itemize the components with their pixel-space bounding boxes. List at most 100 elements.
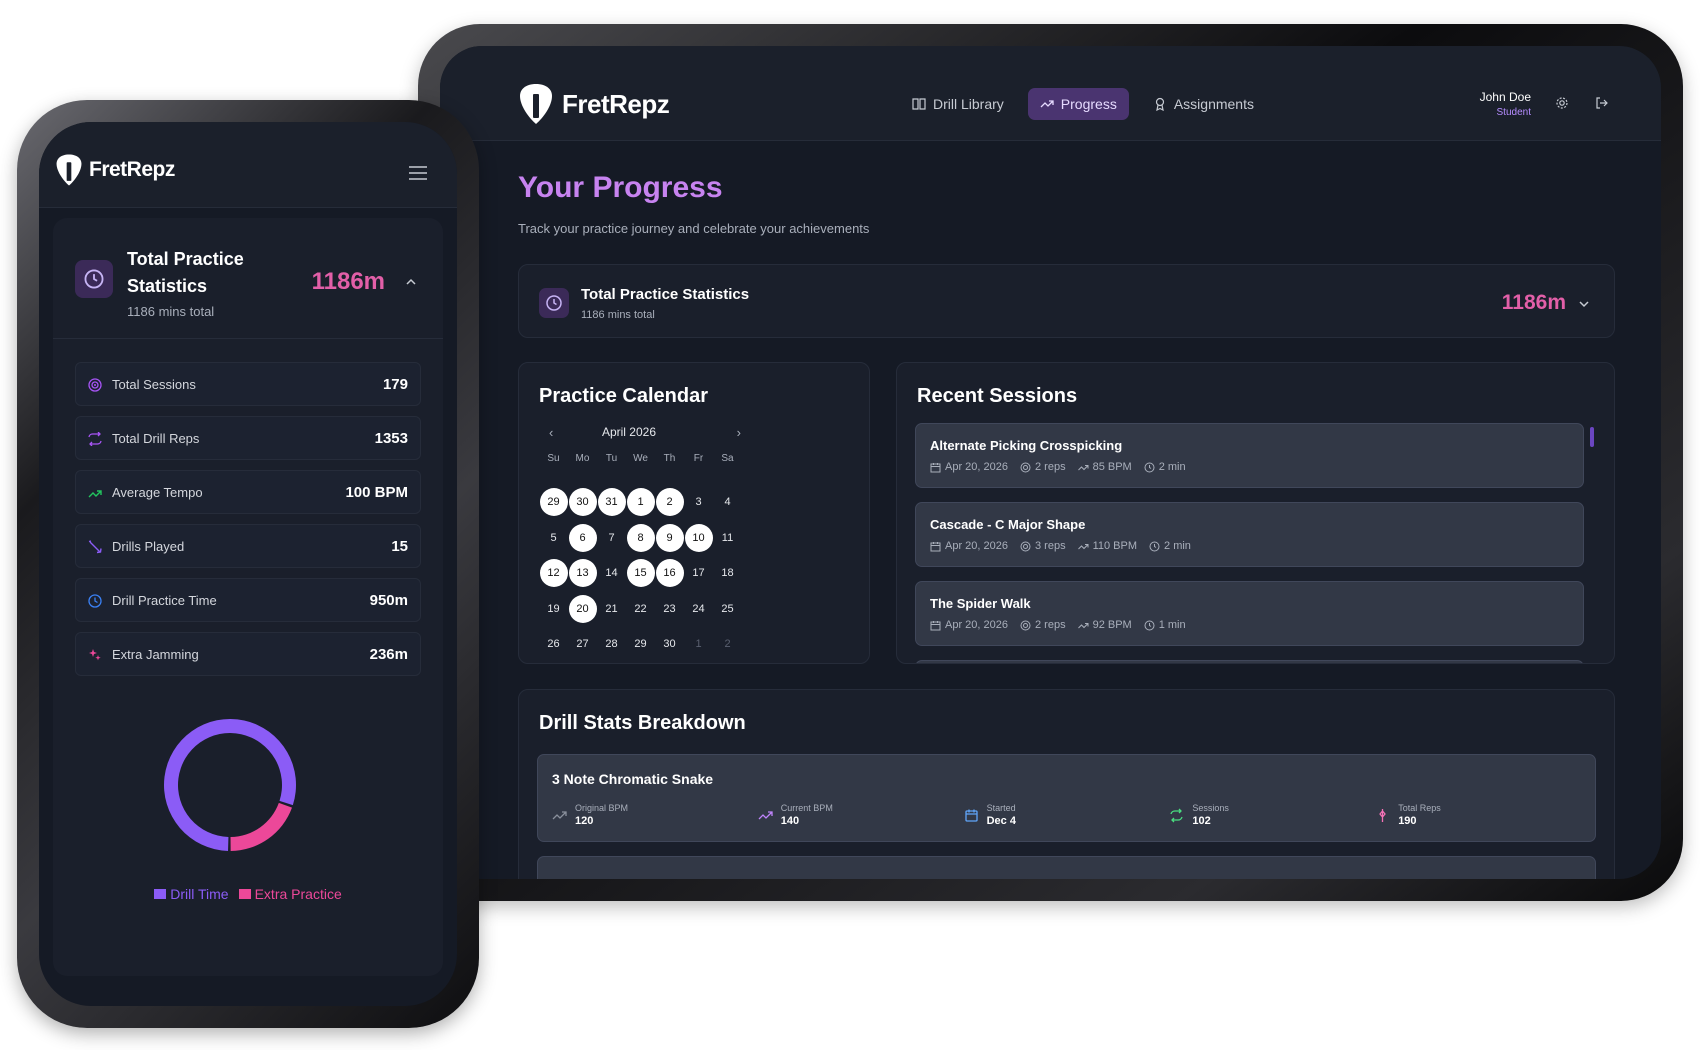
calendar-day[interactable]: 19 (539, 591, 568, 627)
chevron-up-icon[interactable] (405, 276, 417, 288)
gear-icon[interactable] (1555, 96, 1569, 110)
session-item[interactable]: Cascade - C Major Shape Apr 20, 2026 3 rep… (915, 502, 1584, 567)
drill-stat-values: Original BPM 120 Current BPM 140 Started Dec … (552, 803, 1581, 827)
calendar-day[interactable]: 27 (568, 627, 597, 663)
drill-stat-item[interactable]: 3 Note Chromatic Snake Original BPM 120 Cu… (537, 754, 1596, 842)
calendar-day[interactable]: 18 (713, 556, 742, 592)
calendar-day[interactable]: 4 (713, 485, 742, 521)
weekday-label: Th (663, 453, 676, 464)
day-number: 4 (724, 496, 731, 509)
calendar-next-button[interactable]: › (737, 425, 741, 440)
calendar-day[interactable]: 8 (626, 520, 655, 556)
calendar-day[interactable]: 14 (597, 556, 626, 592)
weekday-label: We (633, 453, 648, 464)
calendar-day[interactable]: 20 (568, 591, 597, 627)
calendar-day[interactable]: 26 (539, 627, 568, 663)
calendar-day[interactable]: 1 (684, 627, 713, 663)
calendar-day[interactable]: 12 (539, 556, 568, 592)
chevron-down-icon[interactable] (1578, 298, 1590, 310)
trending-up-icon (1077, 543, 1089, 549)
stat-row: Average Tempo 100 BPM (75, 470, 421, 514)
calendar-day[interactable]: 1 (626, 485, 655, 521)
drill-stat: Total Reps 190 (1375, 803, 1581, 827)
session-item[interactable] (915, 660, 1584, 663)
guitar-pick-icon (56, 154, 82, 186)
calendar-day[interactable]: 28 (597, 627, 626, 663)
trending-up-icon (1077, 622, 1089, 628)
phone-screen: FretRepz Total Practice Statistics 1186 … (39, 122, 457, 1006)
user-info[interactable]: John Doe Student (1480, 90, 1531, 118)
brand-name: FretRepz (562, 88, 670, 119)
mobile-header: FretRepz (39, 122, 457, 208)
scrollbar[interactable] (1590, 427, 1594, 447)
weekday-label: Fr (693, 453, 704, 464)
trending-up-icon (1077, 464, 1089, 470)
session-item[interactable]: Alternate Picking Crosspicking Apr 20, 20… (915, 423, 1584, 488)
calendar-day[interactable]: 17 (684, 556, 713, 592)
brand-logo[interactable]: FretRepz (55, 152, 175, 188)
repeat-icon (1170, 808, 1184, 822)
calendar-day[interactable]: 9 (655, 520, 684, 556)
drill-stat-label: Current BPM (780, 803, 833, 813)
calendar-day[interactable]: 30 (568, 485, 597, 521)
session-reps-text: 2 reps (1035, 461, 1066, 473)
calendar-day[interactable]: 24 (684, 591, 713, 627)
session-bpm: 110 BPM (1077, 540, 1137, 552)
calendar-day[interactable]: 5 (539, 520, 568, 556)
nav-progress[interactable]: Progress (1027, 88, 1129, 120)
calendar-day[interactable]: 30 (655, 627, 684, 663)
day-number: 19 (547, 602, 560, 615)
total-practice-stats-card[interactable]: Total Practice Statistics 1186 mins tota… (518, 264, 1615, 338)
session-time-text: 2 min (1164, 540, 1191, 552)
legend-label: Extra Practice (254, 886, 342, 902)
day-number: 24 (692, 602, 705, 615)
calendar-day[interactable]: 2 (713, 627, 742, 663)
stat-value: 1353 (374, 430, 408, 447)
calendar-day[interactable]: 15 (626, 556, 655, 592)
calendar-day[interactable]: 21 (597, 591, 626, 627)
drill-stat-item[interactable] (537, 856, 1596, 879)
calendar-day[interactable]: 7 (597, 520, 626, 556)
day-number: 25 (721, 602, 734, 615)
calendar-day[interactable]: 23 (655, 591, 684, 627)
drill-stats-card: Drill Stats Breakdown 3 Note Chromatic S… (518, 689, 1615, 879)
logout-icon[interactable] (1595, 96, 1609, 110)
calendar-day[interactable]: 16 (655, 556, 684, 592)
day-number: 26 (547, 638, 560, 651)
legend-label: Drill Time (170, 886, 229, 902)
drill-stat-value: 190 (1398, 815, 1417, 827)
calendar-day[interactable]: 25 (713, 591, 742, 627)
calendar-day[interactable]: 3 (684, 485, 713, 521)
practice-donut-chart (164, 719, 296, 851)
nav-drill-library[interactable]: Drill Library (900, 88, 1016, 120)
calendar-day[interactable]: 6 (568, 520, 597, 556)
drill-stat-text: Original BPM 120 (575, 803, 628, 827)
brand-logo[interactable]: FretRepz (518, 82, 670, 126)
day-number: 30 (663, 638, 676, 651)
session-bpm: 92 BPM (1077, 619, 1132, 631)
calendar-day[interactable]: 10 (684, 520, 713, 556)
day-number: 12 (539, 559, 568, 588)
hamburger-menu-icon[interactable] (409, 166, 427, 180)
calendar-day[interactable]: 31 (597, 485, 626, 521)
calendar-day[interactable]: 22 (626, 591, 655, 627)
nav-assignments[interactable]: Assignments (1141, 88, 1266, 120)
session-item[interactable]: The Spider Walk Apr 20, 2026 2 reps 92 BPM 1… (915, 581, 1584, 646)
day-number: 21 (605, 602, 618, 615)
stat-row: Drills Played 15 (75, 524, 421, 568)
session-date-text: Apr 20, 2026 (945, 461, 1008, 473)
calendar-day[interactable]: 29 (539, 485, 568, 521)
day-number: 30 (568, 488, 597, 517)
stats-subtitle: 1186 mins total (581, 309, 655, 321)
session-time: 2 min (1149, 540, 1191, 552)
drill-stat-text: Sessions 102 (1192, 803, 1229, 827)
target-icon (1020, 462, 1031, 472)
calendar-day[interactable]: 13 (568, 556, 597, 592)
weekday-label: Tu (605, 453, 618, 464)
sparkle-icon (89, 649, 101, 661)
trending-up-icon (1040, 100, 1054, 108)
day-number: 29 (634, 638, 647, 651)
calendar-day[interactable]: 2 (655, 485, 684, 521)
calendar-day[interactable]: 11 (713, 520, 742, 556)
calendar-day[interactable]: 29 (626, 627, 655, 663)
